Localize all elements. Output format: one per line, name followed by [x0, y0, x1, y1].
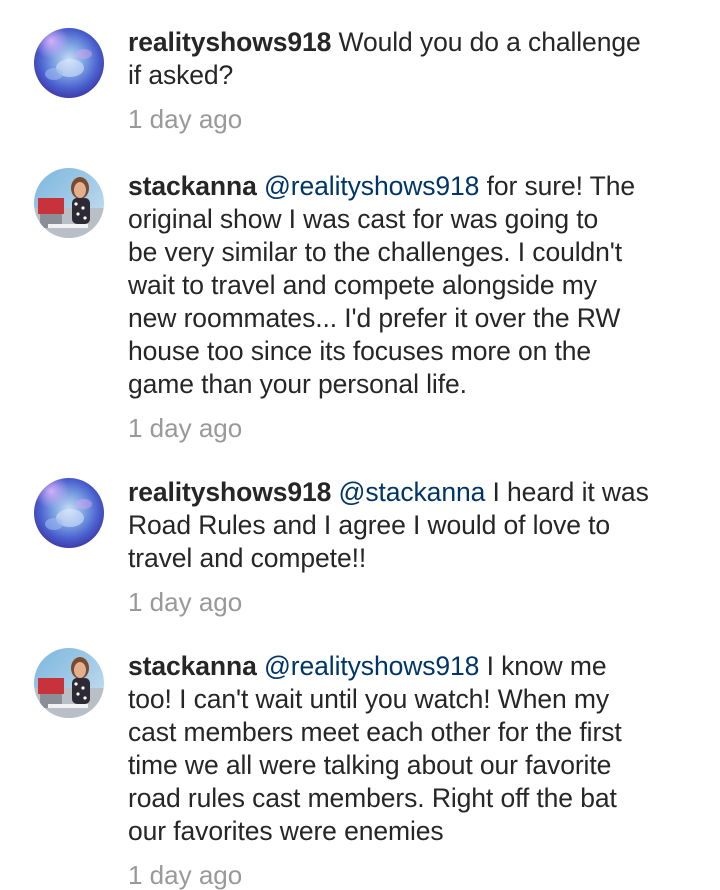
comment-text-line: too! I can't wait until you watch! When … — [128, 684, 610, 714]
comment-text-line: I heard it was — [492, 477, 649, 507]
photo-avatar[interactable] — [34, 648, 104, 718]
comment-body: stackanna @realityshows918 I know me too… — [128, 650, 688, 890]
comment-text-line: game than your personal life. — [128, 369, 467, 399]
comment-username[interactable]: realityshows918 — [128, 27, 331, 57]
comment-mention[interactable]: @stackanna — [339, 477, 486, 507]
comment-username[interactable]: stackanna — [128, 651, 257, 681]
comment-text-line: road rules cast members. Right off the b… — [128, 783, 617, 813]
comment-text-line: be very similar to the challenges. I cou… — [128, 237, 623, 267]
comment-body: realityshows918 @stackanna I heard it wa… — [128, 476, 688, 617]
photo-avatar[interactable] — [34, 168, 104, 238]
comment-text-line: house too since its focuses more on the — [128, 336, 592, 366]
comment-text-line: wait to travel and compete alongside my — [128, 270, 597, 300]
galaxy-avatar[interactable] — [34, 28, 104, 98]
comment-timestamp: 1 day ago — [128, 104, 243, 134]
comment-username[interactable]: stackanna — [128, 171, 257, 201]
comment-text-line: Would you do a challenge — [338, 27, 641, 57]
comment-text-line: cast members meet each other for the fir… — [128, 717, 622, 747]
comment-mention[interactable]: @realityshows918 — [264, 651, 479, 681]
comment-timestamp: 1 day ago — [128, 413, 243, 443]
comment-body: stackanna @realityshows918 for sure! The… — [128, 170, 688, 443]
comment-text-line: I know me — [486, 651, 607, 681]
comment-text-line: travel and compete!! — [128, 543, 367, 573]
comment-text-line: new roommates... I'd prefer it over the … — [128, 303, 621, 333]
comment-timestamp: 1 day ago — [128, 860, 243, 890]
comment-text-line: original show I was cast for was going t… — [128, 204, 599, 234]
comment-text-line: if asked? — [128, 60, 234, 90]
galaxy-avatar[interactable] — [34, 478, 104, 548]
comment-text-line: time we all were talking about our favor… — [128, 750, 612, 780]
comment-text-line: our favorites were enemies — [128, 816, 444, 846]
comment-mention[interactable]: @realityshows918 — [264, 171, 479, 201]
comment-body: realityshows918 Would you do a challenge… — [128, 26, 688, 134]
comment-text-line: for sure! The — [486, 171, 636, 201]
comment-username[interactable]: realityshows918 — [128, 477, 331, 507]
comment-text-line: Road Rules and I agree I would of love t… — [128, 510, 611, 540]
comment-timestamp: 1 day ago — [128, 587, 243, 617]
